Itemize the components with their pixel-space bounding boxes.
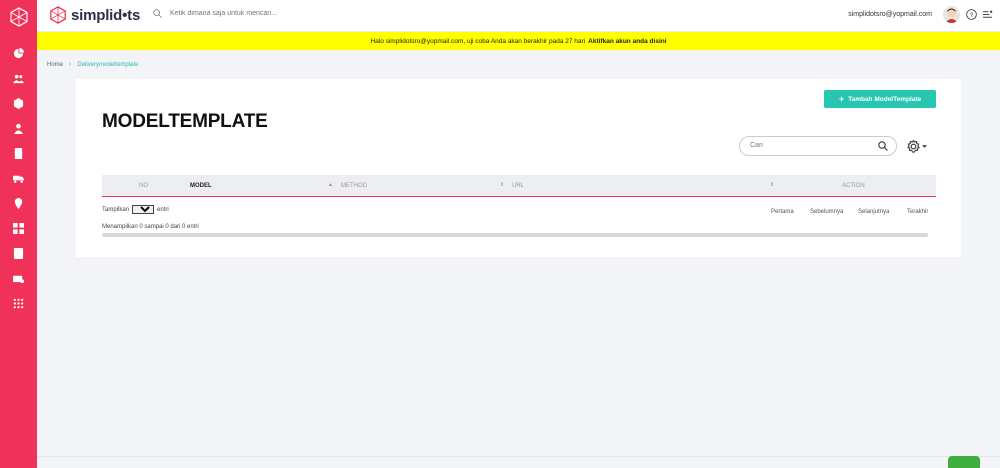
column-header-model[interactable]: MODEL <box>190 183 212 189</box>
trial-banner: Halo simplidotsro@yopmail.com, uji coba … <box>37 32 1000 50</box>
content-card: + Tambah ModelTemplate MODELTEMPLATE NO … <box>76 79 961 257</box>
sidebar-item-users[interactable] <box>0 66 37 91</box>
breadcrumb: Home › Deliverymodeltemplate <box>47 61 138 68</box>
brand-name: simplid•ts <box>71 6 141 24</box>
person-icon <box>13 123 24 134</box>
sidebar-item-documents[interactable] <box>0 141 37 166</box>
sidebar <box>0 0 37 468</box>
sidebar-item-dashboard[interactable] <box>0 41 37 66</box>
breadcrumb-current[interactable]: Deliverymodeltemplate <box>77 62 138 68</box>
trial-banner-text: Halo simplidotsro@yopmail.com, uji coba … <box>370 37 586 45</box>
help-icon[interactable]: ? <box>966 9 977 20</box>
gear-icon <box>907 138 920 153</box>
column-header-action: ACTION <box>842 183 865 189</box>
sidebar-item-grid[interactable] <box>0 216 37 241</box>
sidebar-item-location[interactable] <box>0 191 37 216</box>
caret-down-icon <box>922 144 927 148</box>
money-icon <box>13 275 24 284</box>
table-header: NO MODEL ▲ METHOD ⇕ URL ⇕ ACTION <box>102 175 936 197</box>
show-label: Tampilkan <box>102 206 130 213</box>
entries-length: Tampilkan 10 entri <box>102 205 169 214</box>
user-email[interactable]: simplidotsro@yopmail.com <box>848 11 932 18</box>
global-search-input[interactable] <box>170 10 330 17</box>
column-settings-button[interactable] <box>906 137 930 155</box>
truck-icon <box>13 175 24 183</box>
menu-icon[interactable] <box>982 9 993 20</box>
topbar: simplid•ts simplidotsro@yopmail.com ? <box>37 0 1000 32</box>
avatar[interactable] <box>943 6 960 23</box>
brand-logo[interactable]: simplid•ts <box>49 6 140 24</box>
column-header-url[interactable]: URL <box>512 183 524 189</box>
pagination-first[interactable]: Pertama <box>771 209 794 215</box>
horizontal-scrollbar[interactable] <box>102 233 928 237</box>
sidebar-item-products[interactable] <box>0 91 37 116</box>
sidebar-item-delivery[interactable] <box>0 166 37 191</box>
sort-asc-icon[interactable]: ▲ <box>328 182 333 188</box>
sort-icon[interactable]: ⇕ <box>770 182 774 188</box>
simplidots-logo-icon <box>50 6 66 24</box>
pie-chart-icon <box>13 48 24 59</box>
simplidots-logo-icon[interactable] <box>0 0 37 33</box>
activate-account-link[interactable]: Aktifkan akun anda disini <box>588 38 666 45</box>
search-icon <box>153 9 162 18</box>
sidebar-item-list[interactable] <box>0 241 37 266</box>
chat-widget[interactable] <box>948 456 980 468</box>
chevron-right-icon: › <box>69 61 72 68</box>
table-info: Menampilkan 0 sampai 0 dari 0 entri <box>102 224 199 230</box>
plus-icon: + <box>838 94 845 104</box>
sidebar-item-finance[interactable] <box>0 266 37 291</box>
pagination-last[interactable]: Terakhir <box>907 209 928 215</box>
add-button-label: Tambah ModelTemplate <box>848 95 922 103</box>
table-search[interactable] <box>739 136 897 156</box>
apps-icon <box>13 298 24 309</box>
sidebar-item-apps[interactable] <box>0 291 37 316</box>
table-search-input[interactable] <box>750 142 870 149</box>
sort-icon[interactable]: ⇕ <box>500 182 504 188</box>
page-title: MODELTEMPLATE <box>102 111 268 132</box>
column-header-no[interactable]: NO <box>139 183 148 189</box>
svg-text:?: ? <box>970 12 974 19</box>
map-pin-icon <box>14 198 23 209</box>
list-icon <box>13 248 24 259</box>
divider <box>37 456 1000 457</box>
entries-select[interactable]: 10 <box>132 205 155 214</box>
grid-icon <box>13 223 24 234</box>
box-icon <box>13 98 24 109</box>
pagination-previous[interactable]: Sebelumnya <box>810 209 843 215</box>
sidebar-item-person[interactable] <box>0 116 37 141</box>
breadcrumb-home[interactable]: Home <box>47 62 63 68</box>
document-icon <box>14 148 23 159</box>
global-search[interactable] <box>153 9 330 18</box>
pagination-next[interactable]: Selanjutnya <box>858 209 889 215</box>
column-header-method[interactable]: METHOD <box>341 183 367 189</box>
entries-suffix: entri <box>157 206 169 213</box>
add-modeltemplate-button[interactable]: + Tambah ModelTemplate <box>824 90 936 108</box>
users-icon <box>13 74 24 84</box>
search-icon[interactable] <box>878 141 888 151</box>
